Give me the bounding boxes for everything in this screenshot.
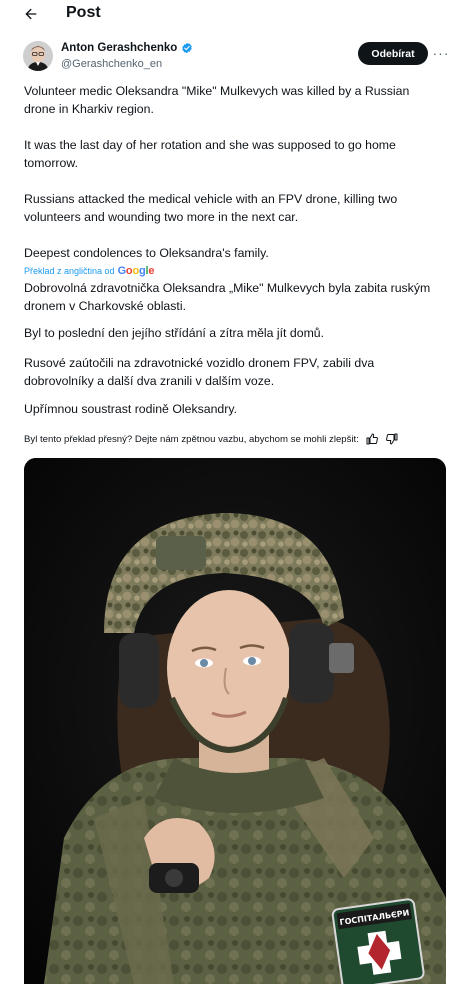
thumbs-down-icon[interactable] [385, 432, 399, 446]
post-paragraph-1: Volunteer medic Oleksandra "Mike" Mulkev… [24, 84, 410, 116]
post-photo[interactable]: ГОСПІТАЛЬЄРИ [24, 458, 446, 984]
back-arrow-icon [25, 8, 37, 20]
translation-attribution[interactable]: Překlad z angličtina od Google [24, 265, 154, 277]
avatar[interactable] [23, 41, 53, 71]
verified-badge-icon [182, 42, 193, 54]
translation-paragraph-3: Rusové zaútočili na zdravotnické vozidlo… [24, 356, 375, 388]
top-bar: Post [0, 0, 458, 30]
google-logo: Google [117, 265, 155, 277]
post-paragraph-3: Russians attacked the medical vehicle wi… [24, 192, 398, 224]
author-name[interactable]: Anton Gerashchenko [61, 42, 193, 54]
author-handle[interactable]: @Gerashchenko_en [61, 58, 162, 70]
follow-button[interactable]: Odebírat [358, 42, 428, 65]
thumbs-up-icon[interactable] [365, 432, 379, 446]
translation-paragraph-4: Upřímnou soustrast rodině Oleksandry. [24, 402, 238, 416]
translation-paragraph-2: Byl to poslední den jejího střídání a zí… [24, 326, 325, 340]
medic-portrait-image: ГОСПІТАЛЬЄРИ [24, 458, 446, 984]
back-button[interactable] [20, 3, 42, 25]
translation-paragraph-1: Dobrovolná zdravotnička Oleksandra „Mike… [24, 281, 431, 313]
post-paragraph-2: It was the last day of her rotation and … [24, 138, 396, 170]
post-paragraph-4: Deepest condolences to Oleksandra's fami… [24, 246, 269, 260]
feedback-question: Byl tento překlad přesný? Dejte nám zpět… [24, 433, 359, 445]
author-name-text: Anton Gerashchenko [61, 42, 178, 54]
more-icon[interactable]: ··· [432, 44, 450, 62]
translation-label: Překlad z angličtina od [24, 266, 115, 276]
page-title: Post [66, 4, 101, 21]
translation-feedback: Byl tento překlad přesný? Dejte nám zpět… [24, 432, 399, 446]
